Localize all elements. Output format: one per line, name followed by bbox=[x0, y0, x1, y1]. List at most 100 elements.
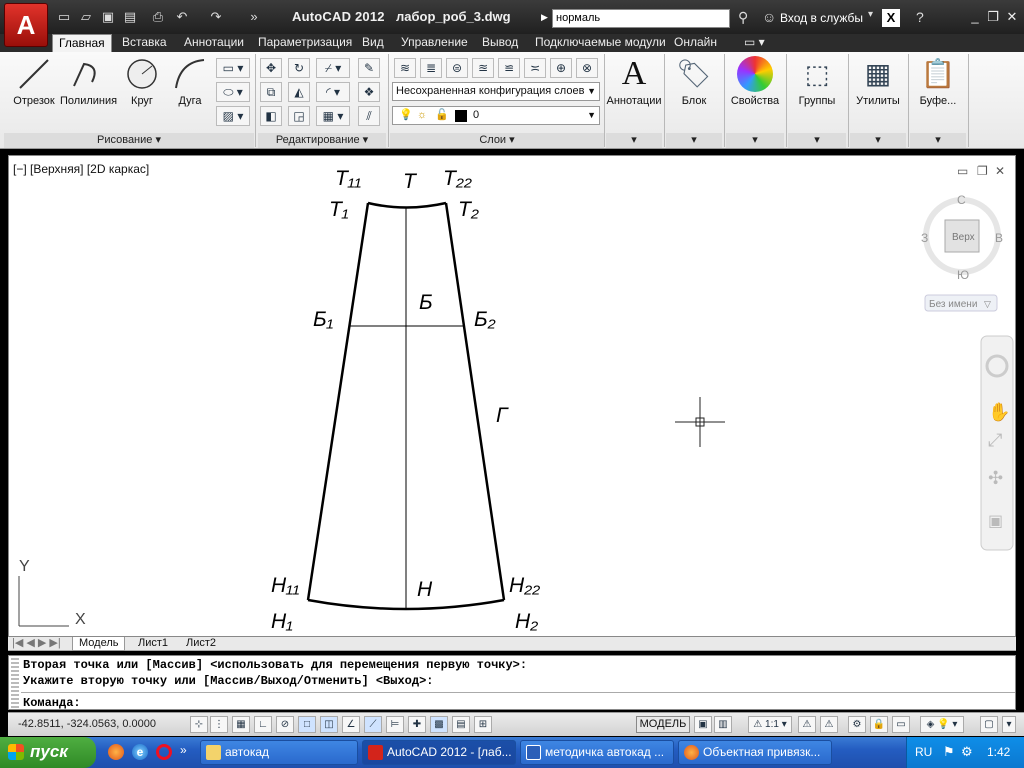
cursor-coordinates[interactable]: -42.8511, -324.0563, 0.0000 bbox=[18, 718, 156, 730]
copy-icon[interactable]: ⧉ bbox=[260, 82, 282, 102]
erase-icon[interactable]: ✎ bbox=[358, 58, 380, 78]
layer-freeze-icon[interactable]: ≊ bbox=[472, 58, 494, 78]
tab-manage[interactable]: Управление bbox=[401, 34, 468, 52]
layer-match-icon[interactable]: ⊕ bbox=[550, 58, 572, 78]
lock-ui-icon[interactable]: 🔒 bbox=[870, 716, 888, 733]
block-expand-icon[interactable]: ▾ bbox=[666, 133, 722, 148]
tab-sheet1[interactable]: Лист1 bbox=[132, 637, 174, 651]
arc-tool[interactable]: Дуга bbox=[162, 56, 218, 107]
3dosnap-icon[interactable]: ◫ bbox=[320, 716, 338, 733]
annotation-scale[interactable]: ⚠ 1:1 ▾ bbox=[748, 716, 792, 733]
tab-plugins[interactable]: Подключаемые модули bbox=[535, 34, 666, 52]
task-word-doc[interactable]: методичка автокад ... bbox=[520, 740, 674, 765]
trim-icon[interactable]: ⌿ ▾ bbox=[316, 58, 350, 78]
groups-panel[interactable]: ⬚ Группы bbox=[788, 56, 846, 107]
tab-online[interactable]: Онлайн bbox=[674, 34, 717, 52]
mirror-icon[interactable]: ◭ bbox=[288, 82, 310, 102]
stretch-icon[interactable]: ◧ bbox=[260, 106, 282, 126]
drawing-viewport[interactable]: [−] [Верхняя] [2D каркас] ▭ ❐ ✕ Т₁₁ Т Т₂… bbox=[8, 155, 1016, 637]
firefox-icon[interactable] bbox=[108, 744, 124, 760]
quick-view-layouts-icon[interactable]: ▣ bbox=[694, 716, 712, 733]
layer-walk-icon[interactable]: ⊗ bbox=[576, 58, 598, 78]
layer-off-icon[interactable]: ≌ bbox=[498, 58, 520, 78]
search-expand-icon[interactable]: ▶ bbox=[541, 12, 548, 23]
minimize-icon[interactable]: _ bbox=[966, 8, 984, 26]
save-as-icon[interactable]: ▤ bbox=[122, 9, 138, 25]
groups-expand-icon[interactable]: ▾ bbox=[788, 133, 846, 148]
tab-nav-arrows[interactable]: |◀ ◀ ▶ ▶| bbox=[12, 637, 61, 651]
tab-insert[interactable]: Вставка bbox=[122, 34, 167, 52]
infer-constraints-icon[interactable]: ⊹ bbox=[190, 716, 208, 733]
tray-app-icon[interactable]: ⚑ bbox=[943, 744, 955, 760]
signin-dropdown-icon[interactable]: ▾ bbox=[868, 9, 873, 20]
quicklaunch-more-icon[interactable]: » bbox=[180, 743, 187, 757]
tab-output[interactable]: Вывод bbox=[482, 34, 518, 52]
language-indicator[interactable]: RU bbox=[915, 745, 932, 759]
polar-icon[interactable]: ⊘ bbox=[276, 716, 294, 733]
task-folder-autocad[interactable]: автокад bbox=[200, 740, 358, 765]
grid-icon[interactable]: ▦ bbox=[232, 716, 250, 733]
layer-state-select[interactable]: Несохраненная конфигурация слоев ▼ bbox=[392, 82, 600, 101]
task-autocad[interactable]: AutoCAD 2012 - [лаб... bbox=[362, 740, 516, 765]
polyline-tool[interactable]: Полилиния bbox=[60, 56, 117, 107]
save-icon[interactable]: ▣ bbox=[100, 9, 116, 25]
clipboard-expand-icon[interactable]: ▾ bbox=[910, 133, 966, 148]
ellipse-icon[interactable]: ⬭ ▾ bbox=[216, 82, 250, 102]
ribbon-minimize-icon[interactable]: ▭ ▾ bbox=[744, 34, 765, 52]
rectangle-icon[interactable]: ▭ ▾ bbox=[216, 58, 250, 78]
viewcube[interactable]: Верх С Ю З В Без имени ▽ bbox=[921, 193, 1003, 312]
array-icon[interactable]: ▦ ▾ bbox=[316, 106, 350, 126]
move-icon[interactable]: ✥ bbox=[260, 58, 282, 78]
opera-icon[interactable] bbox=[156, 744, 172, 760]
help-icon[interactable]: ? bbox=[916, 9, 924, 25]
ie-icon[interactable]: e bbox=[132, 744, 148, 760]
layer-state-icon[interactable]: ≣ bbox=[420, 58, 442, 78]
clipboard-panel[interactable]: 📋 Буфе... bbox=[910, 56, 966, 107]
ortho-icon[interactable]: ∟ bbox=[254, 716, 272, 733]
explode-icon[interactable]: ❖ bbox=[358, 82, 380, 102]
isolate-objects-icon[interactable]: ◈ 💡 ▾ bbox=[920, 716, 964, 733]
layer-properties-icon[interactable]: ≋ bbox=[394, 58, 416, 78]
user-icon[interactable]: ☺ bbox=[762, 9, 776, 25]
rotate-icon[interactable]: ↻ bbox=[288, 58, 310, 78]
tab-sheet2[interactable]: Лист2 bbox=[180, 637, 222, 651]
undo-icon[interactable]: ↶ bbox=[174, 9, 190, 25]
scale-icon[interactable]: ◲ bbox=[288, 106, 310, 126]
tab-model[interactable]: Модель bbox=[72, 637, 126, 651]
selection-cycling-icon[interactable]: ⊞ bbox=[474, 716, 492, 733]
start-button[interactable]: пуск bbox=[0, 737, 96, 768]
utilities-expand-icon[interactable]: ▾ bbox=[850, 133, 906, 148]
annotation-panel[interactable]: A Аннотации bbox=[606, 56, 662, 108]
tab-home[interactable]: Главная bbox=[52, 34, 112, 52]
annotation-expand-icon[interactable]: ▾ bbox=[606, 133, 662, 148]
open-file-icon[interactable]: ▱ bbox=[78, 9, 94, 25]
line-tool[interactable]: Отрезок bbox=[6, 56, 62, 107]
draw-panel-label[interactable]: Рисование ▾ bbox=[4, 133, 254, 148]
autocad-logo-icon[interactable]: A bbox=[4, 3, 48, 47]
command-line[interactable]: Вторая точка или [Массив] <использовать … bbox=[8, 655, 1016, 710]
quick-props-icon[interactable]: ▤ bbox=[452, 716, 470, 733]
sign-in-link[interactable]: Вход в службы bbox=[780, 11, 863, 25]
more-tools-icon[interactable]: » bbox=[246, 9, 262, 25]
model-space-button[interactable]: МОДЕЛЬ bbox=[636, 716, 690, 733]
osnap-icon[interactable]: □ bbox=[298, 716, 316, 733]
properties-panel[interactable]: Свойства bbox=[726, 56, 784, 107]
tab-annotate[interactable]: Аннотации bbox=[184, 34, 244, 52]
redo-icon[interactable]: ↷ bbox=[208, 9, 224, 25]
otrack-icon[interactable]: ∠ bbox=[342, 716, 360, 733]
auto-scale-icon[interactable]: ⚠ bbox=[820, 716, 838, 733]
snap-icon[interactable]: ⋮ bbox=[210, 716, 228, 733]
restore-icon[interactable]: ❐ bbox=[984, 8, 1002, 26]
close-icon[interactable]: ✕ bbox=[1003, 8, 1021, 26]
new-file-icon[interactable]: ▭ bbox=[56, 9, 72, 25]
block-panel[interactable]: 🏷 Блок bbox=[666, 56, 722, 107]
workspace-search-input[interactable]: нормаль bbox=[552, 9, 730, 28]
clock[interactable]: 1:42 bbox=[987, 745, 1010, 759]
hardware-accel-icon[interactable]: ▭ bbox=[892, 716, 910, 733]
layers-panel-label[interactable]: Слои ▾ bbox=[390, 133, 604, 148]
status-menu-icon[interactable]: ▾ bbox=[1002, 716, 1016, 733]
print-icon[interactable]: ⎙ bbox=[150, 9, 166, 25]
tab-view[interactable]: Вид bbox=[362, 34, 384, 52]
offset-icon[interactable]: ⫽ bbox=[358, 106, 380, 126]
quick-view-drawings-icon[interactable]: ▥ bbox=[714, 716, 732, 733]
